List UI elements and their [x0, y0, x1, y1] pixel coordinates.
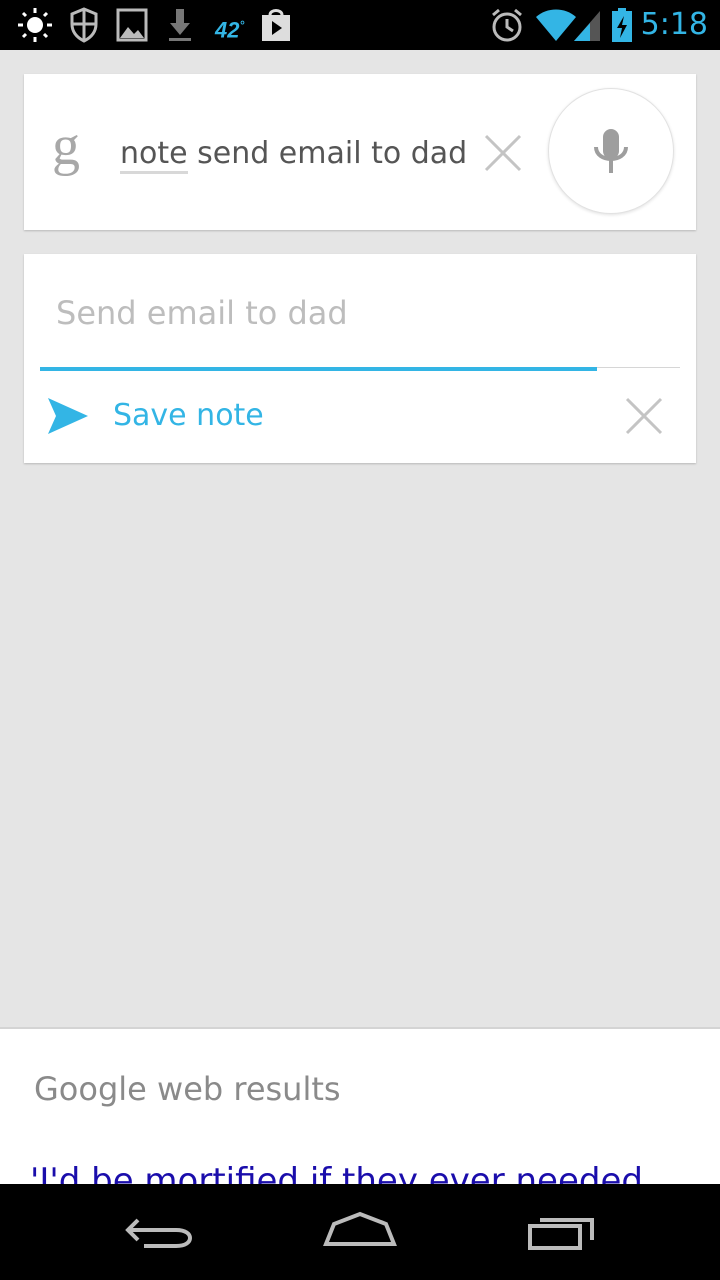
voice-search-button[interactable] — [548, 88, 674, 214]
search-result-link[interactable]: 'I'd be mortified if they ever needed — [30, 1161, 643, 1186]
download-icon — [169, 9, 191, 41]
status-bar: 42° 5:18 — [0, 0, 720, 50]
signal-icon — [574, 11, 600, 41]
image-icon — [116, 8, 148, 42]
shield-icon — [70, 7, 98, 43]
navigation-bar — [0, 1184, 720, 1280]
query-keyword: note — [120, 136, 188, 174]
google-logo[interactable]: g — [52, 118, 80, 174]
play-store-icon — [262, 9, 290, 41]
temperature-text: 42° — [215, 17, 245, 43]
back-icon[interactable] — [120, 1204, 200, 1260]
send-icon[interactable] — [46, 396, 90, 436]
search-query[interactable]: note send email to dad — [120, 134, 467, 178]
web-results-panel[interactable]: Google web results 'I'd be mortified if … — [0, 1027, 720, 1186]
cancel-note-button[interactable] — [622, 394, 666, 438]
note-text-input[interactable]: Send email to dad — [56, 290, 348, 336]
battery-charging-icon — [612, 8, 632, 42]
home-icon[interactable] — [320, 1204, 400, 1260]
close-icon — [484, 134, 522, 172]
clear-query-button[interactable] — [480, 130, 526, 176]
recent-apps-icon[interactable] — [520, 1204, 600, 1260]
alarm-icon — [492, 8, 522, 42]
web-results-header: Google web results — [34, 1070, 341, 1108]
save-note-button[interactable]: Save note — [113, 394, 264, 438]
close-icon — [625, 397, 663, 435]
brightness-icon — [18, 8, 52, 42]
wifi-icon — [536, 9, 576, 41]
note-progress-bar — [40, 367, 597, 371]
query-rest: send email to dad — [187, 136, 468, 171]
clock-time: 5:18 — [640, 7, 708, 42]
microphone-icon — [594, 129, 628, 173]
